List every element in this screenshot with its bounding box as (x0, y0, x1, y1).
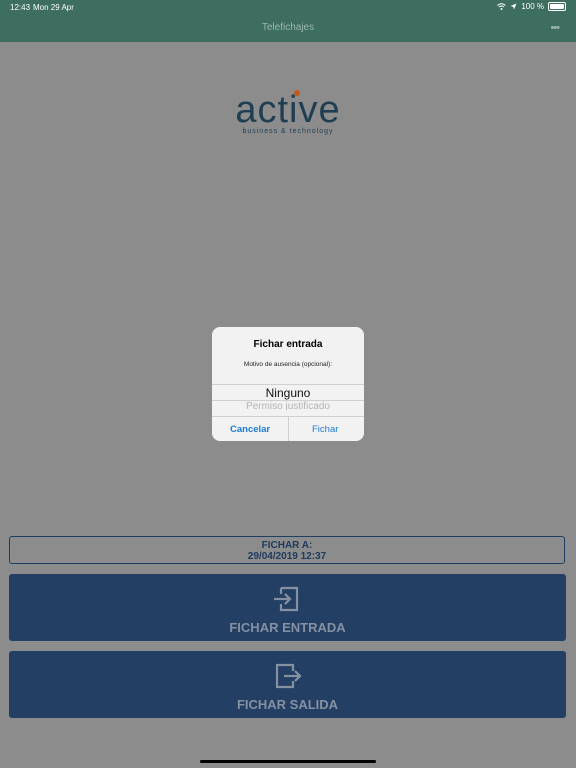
status-time: 12:43 (10, 3, 31, 12)
fichar-entrada-dialog: Fichar entrada Motivo de ausencia (opcio… (212, 327, 364, 441)
wifi-icon (497, 3, 507, 10)
fichar-entrada-label: FICHAR ENTRADA (229, 620, 346, 635)
location-icon (510, 3, 517, 10)
picker-next-option[interactable]: Permiso justificado (212, 401, 364, 410)
fichar-a-datetime: 29/04/2019 12:37 (247, 551, 327, 562)
logo-tagline: business & technology (242, 128, 334, 135)
fichar-salida-label: FICHAR SALIDA (236, 697, 339, 712)
fichar-a-box: FICHAR A: 29/04/2019 12:37 (9, 536, 565, 564)
sign-in-icon (274, 586, 299, 612)
status-indicators: 100 % (497, 2, 566, 11)
logo-dot (294, 90, 300, 96)
fichar-salida-button[interactable]: FICHAR SALIDA (9, 651, 566, 718)
status-date: Mon 29 Apr (33, 3, 74, 12)
fichar-a-label: FICHAR A: (261, 540, 313, 551)
logo-word: active (235, 89, 341, 131)
fichar-confirm-button[interactable]: Fichar (312, 424, 338, 435)
dialog-button-row: Cancelar Fichar (212, 416, 364, 441)
ellipsis-icon[interactable]: ••• (550, 22, 560, 34)
sign-out-icon (275, 663, 302, 689)
fichar-entrada-button[interactable]: FICHAR ENTRADA (9, 574, 566, 641)
picker-divider-top (212, 384, 364, 385)
home-indicator[interactable] (200, 760, 376, 763)
cancel-button[interactable]: Cancelar (230, 424, 270, 435)
nav-title: Telefichajes (261, 22, 315, 33)
battery-percent: 100 % (521, 2, 544, 11)
dialog-title: Fichar entrada (253, 339, 323, 350)
picker-selected-option[interactable]: Ninguno (212, 386, 364, 400)
battery-icon (548, 2, 566, 11)
dialog-subtitle: Motivo de ausencia (opcional): (243, 361, 333, 368)
dialog-button-divider (288, 417, 289, 441)
status-bar: 12:43 Mon 29 Apr 100 % (0, 0, 576, 14)
nav-bar: Telefichajes ••• (0, 14, 576, 42)
company-logo: active business & technology (0, 90, 576, 135)
